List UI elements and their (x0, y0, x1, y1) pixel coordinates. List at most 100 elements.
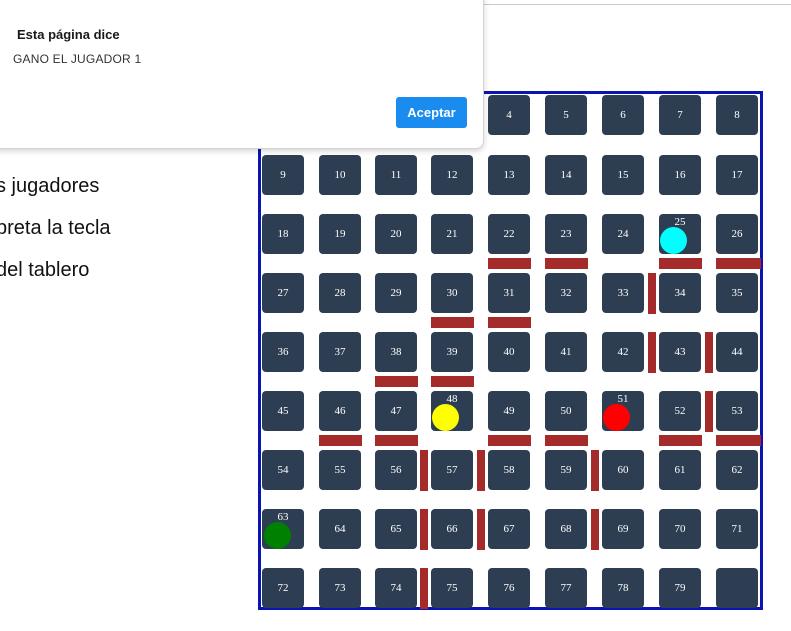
accept-button[interactable]: Aceptar (396, 97, 467, 128)
board-cell-72: 72 (262, 568, 304, 608)
board-cell-31: 31 (488, 273, 530, 313)
board-cell-66: 66 (431, 509, 473, 549)
alert-dialog: Esta página dice GANO EL JUGADOR 1 Acept… (0, 0, 484, 149)
instruction-line-1: s jugadores (0, 175, 100, 197)
dialog-title: Esta página dice (17, 27, 120, 42)
board-cell-10: 10 (319, 155, 361, 195)
board-cell-78: 78 (602, 568, 644, 608)
board-cell (716, 568, 758, 608)
wall-segment (716, 435, 761, 446)
board-cell-4: 4 (488, 95, 530, 135)
board-cell-7: 7 (659, 95, 701, 135)
wall-segment (375, 435, 418, 446)
board-cell-22: 22 (488, 214, 530, 254)
board-cell-34: 34 (659, 273, 701, 313)
board-cell-6: 6 (602, 95, 644, 135)
wall-segment (545, 258, 588, 269)
board-cell-21: 21 (431, 214, 473, 254)
board-cell-61: 61 (659, 450, 701, 490)
board-cell-27: 27 (262, 273, 304, 313)
board-cell-56: 56 (375, 450, 417, 490)
board-cell-18: 18 (262, 214, 304, 254)
player-token (660, 227, 687, 254)
board-cell-79: 79 (659, 568, 701, 608)
game-board: 4 5 6 7 8 9 10 11 12 13 14 15 16 17 18 19 20 21 22 23 24 25 26… (258, 91, 763, 610)
player-token (264, 522, 291, 549)
wall-segment (648, 332, 656, 373)
board-cell-39: 39 (431, 332, 473, 372)
board-cell-17: 17 (716, 155, 758, 195)
board-cell-50: 50 (545, 391, 587, 431)
board-cell-73: 73 (319, 568, 361, 608)
wall-segment (545, 435, 588, 446)
wall-segment (659, 258, 702, 269)
dialog-message: GANO EL JUGADOR 1 (13, 52, 142, 66)
board-cell-32: 32 (545, 273, 587, 313)
wall-segment (477, 450, 485, 491)
board-cell-16: 16 (659, 155, 701, 195)
board-cell-8: 8 (716, 95, 758, 135)
player-token (432, 404, 459, 431)
board-cell-75: 75 (431, 568, 473, 608)
board-cell-30: 30 (431, 273, 473, 313)
wall-segment (420, 568, 428, 609)
board-cell-29: 29 (375, 273, 417, 313)
board-cell-46: 46 (319, 391, 361, 431)
wall-segment (431, 317, 474, 328)
board-cell-70: 70 (659, 509, 701, 549)
board-cell-54: 54 (262, 450, 304, 490)
board-cell-14: 14 (545, 155, 587, 195)
board-cell-44: 44 (716, 332, 758, 372)
board-cell-71: 71 (716, 509, 758, 549)
wall-segment (477, 509, 485, 550)
board-cell-38: 38 (375, 332, 417, 372)
board-cell-45: 45 (262, 391, 304, 431)
board-cell-55: 55 (319, 450, 361, 490)
board-cell-11: 11 (375, 155, 417, 195)
board-cell-36: 36 (262, 332, 304, 372)
board-cell-19: 19 (319, 214, 361, 254)
board-cell-24: 24 (602, 214, 644, 254)
board-cell-42: 42 (602, 332, 644, 372)
wall-segment (375, 376, 418, 387)
board-cell-35: 35 (716, 273, 758, 313)
wall-segment (659, 435, 702, 446)
board-cell-69: 69 (602, 509, 644, 549)
board-cell-62: 62 (716, 450, 758, 490)
board-cell-40: 40 (488, 332, 530, 372)
board-cell-64: 64 (319, 509, 361, 549)
wall-segment (488, 435, 531, 446)
wall-segment (705, 391, 713, 432)
instruction-line-3: del tablero (0, 259, 90, 281)
board-cell-74: 74 (375, 568, 417, 608)
wall-segment (319, 435, 362, 446)
board-cell-23: 23 (545, 214, 587, 254)
board-cell-52: 52 (659, 391, 701, 431)
board-cell-60: 60 (602, 450, 644, 490)
board-cell-41: 41 (545, 332, 587, 372)
board-cell-26: 26 (716, 214, 758, 254)
wall-segment (648, 273, 656, 314)
board-cell-43: 43 (659, 332, 701, 372)
wall-segment (488, 317, 531, 328)
board-cell-68: 68 (545, 509, 587, 549)
board-cell-65: 65 (375, 509, 417, 549)
board-cell-57: 57 (431, 450, 473, 490)
wall-segment (705, 332, 713, 373)
board-cell-12: 12 (431, 155, 473, 195)
board-cell-53: 53 (716, 391, 758, 431)
player-token (603, 404, 630, 431)
board-cell-49: 49 (488, 391, 530, 431)
wall-segment (420, 509, 428, 550)
wall-segment (431, 376, 474, 387)
wall-segment (420, 450, 428, 491)
board-cell-5: 5 (545, 95, 587, 135)
instruction-line-2: preta la tecla (0, 217, 111, 239)
board-cell-59: 59 (545, 450, 587, 490)
board-cell-20: 20 (375, 214, 417, 254)
board-cell-15: 15 (602, 155, 644, 195)
wall-segment (716, 258, 761, 269)
board-cell-28: 28 (319, 273, 361, 313)
board-cell-77: 77 (545, 568, 587, 608)
board-cell-33: 33 (602, 273, 644, 313)
